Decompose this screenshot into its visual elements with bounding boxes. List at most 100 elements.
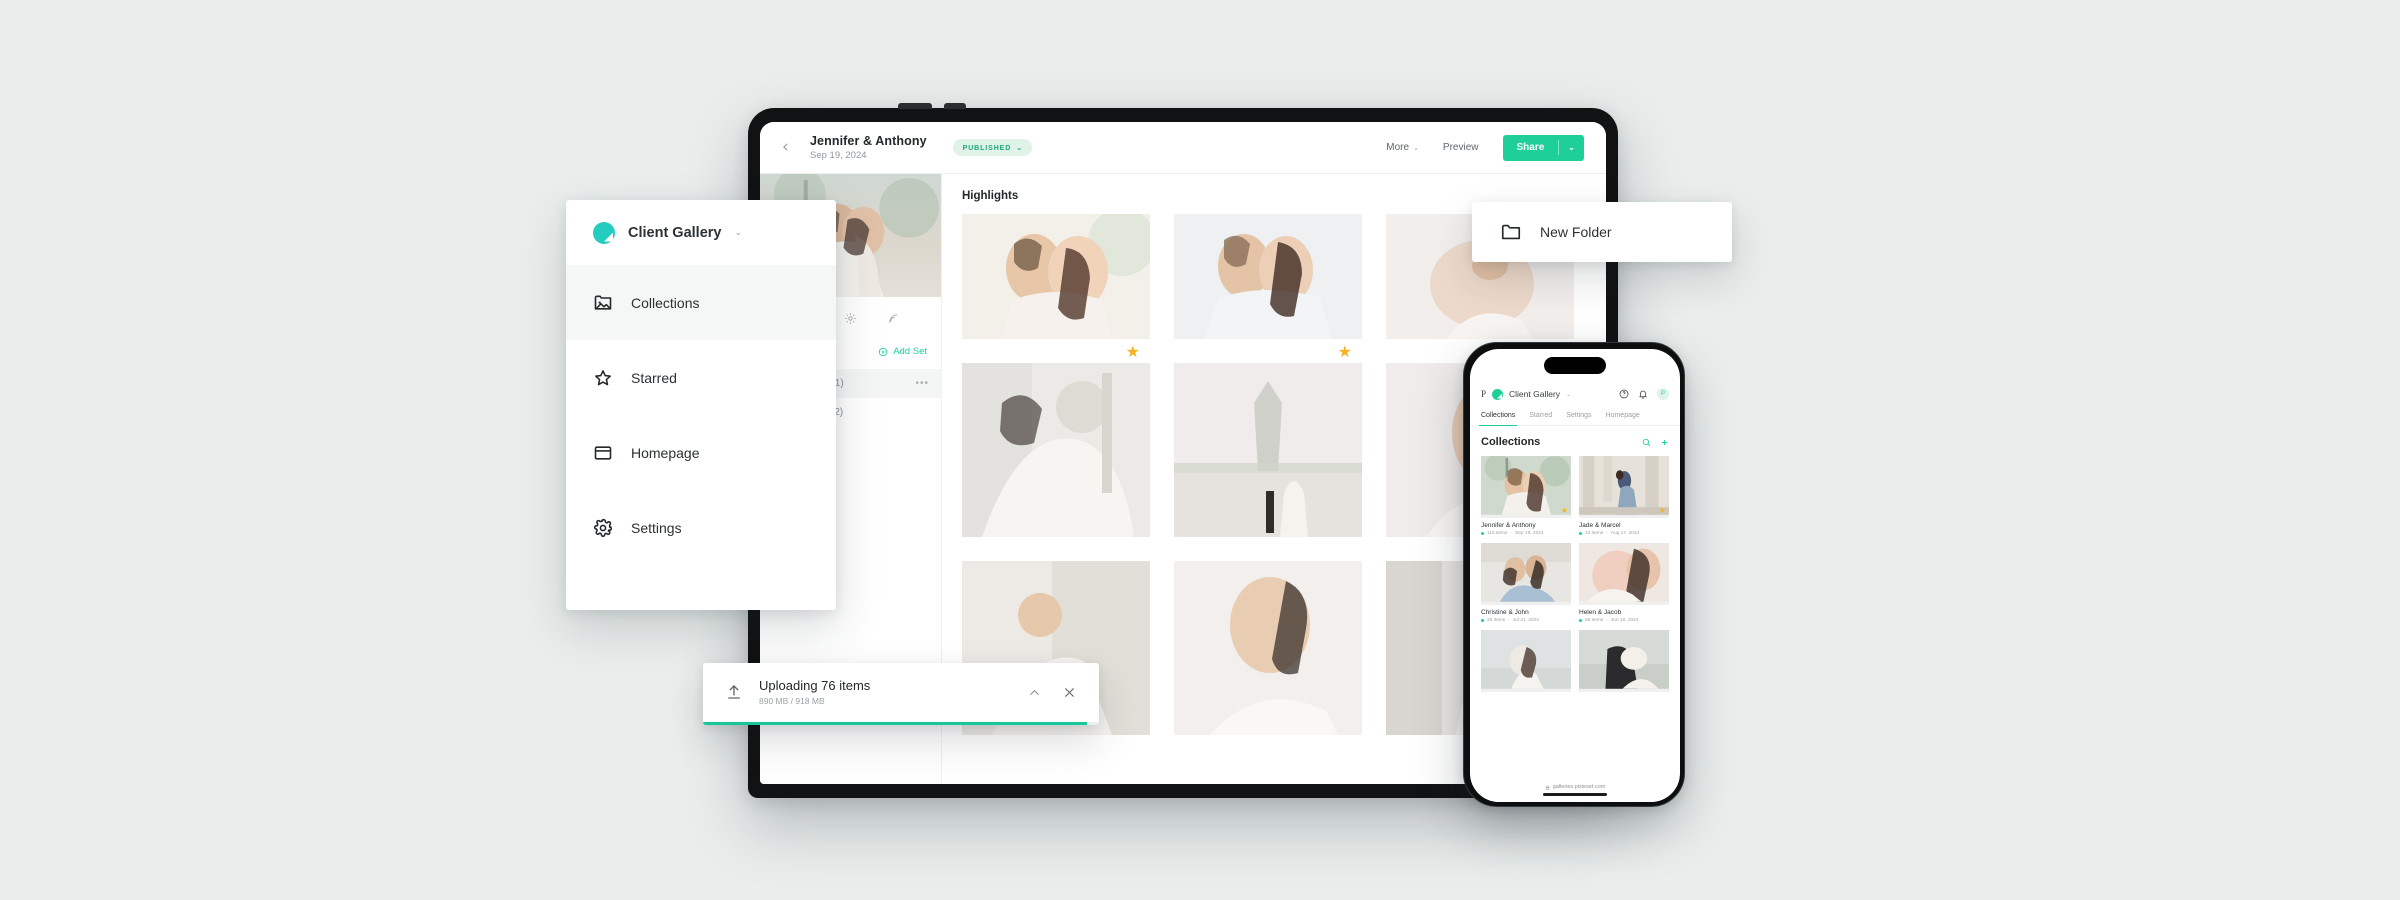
plus-circle-icon xyxy=(879,347,888,356)
collection-card[interactable]: Helen & Jacob 58 items · Jun 16, 2024 xyxy=(1579,543,1669,623)
sidebar-item-homepage[interactable]: Homepage xyxy=(566,415,836,490)
collection-card[interactable]: Christine & John 33 items · Jul 21, 2024 xyxy=(1481,543,1571,623)
phone-brand-label: Client Gallery xyxy=(1509,389,1561,399)
sidebar-item-label: Starred xyxy=(631,369,677,386)
search-icon[interactable] xyxy=(1642,438,1651,447)
chevron-down-icon[interactable]: ⌄ xyxy=(1559,143,1584,152)
photo-cell[interactable] xyxy=(1174,561,1362,735)
thumbnail-image xyxy=(1481,630,1571,689)
thumbnail-image xyxy=(1579,543,1669,602)
status-badge[interactable]: PUBLISHED ⌄ xyxy=(952,139,1032,156)
star-icon[interactable]: ★ xyxy=(1126,345,1140,361)
thumbnail-image xyxy=(1481,456,1571,515)
upload-text: Uploading 76 items 890 MB / 918 MB xyxy=(759,678,870,706)
collection-card[interactable] xyxy=(1579,630,1669,692)
sidebar-item-label: Collections xyxy=(631,294,700,311)
chevron-down-icon[interactable]: ⌄ xyxy=(734,227,742,238)
photo-cell[interactable]: ★ xyxy=(962,214,1150,361)
collection-thumbnail: ★ xyxy=(1481,456,1571,518)
upload-title: Uploading 76 items xyxy=(759,678,871,693)
collection-items: 58 items xyxy=(1585,618,1604,623)
collection-card[interactable]: ★ Jennifer & Anthony 115 items · Sep 19,… xyxy=(1481,456,1571,536)
upload-progress-card: Uploading 76 items 890 MB / 918 MB xyxy=(703,663,1099,725)
dynamic-island xyxy=(1544,357,1606,374)
collection-card[interactable]: ★ Jade & Marcel 23 items · Aug 17, 2024 xyxy=(1579,456,1669,536)
collection-card[interactable] xyxy=(1481,630,1571,692)
status-dot xyxy=(1579,619,1582,622)
home-indicator xyxy=(1543,793,1607,796)
collection-items: 23 items xyxy=(1585,531,1604,536)
collection-meta: 33 items · Jul 21, 2024 xyxy=(1481,618,1571,623)
client-gallery-nav-card: Client Gallery ⌄ Collections Starred Hom… xyxy=(566,200,836,610)
phone-header-actions xyxy=(1642,438,1669,447)
section-title: Highlights xyxy=(962,190,1019,202)
phone-app-bar-actions: P xyxy=(1619,388,1669,400)
status-dot xyxy=(1481,532,1484,535)
tab-starred[interactable]: Starred xyxy=(1529,407,1552,425)
browser-url-bar[interactable]: galleries.pixieset.com xyxy=(1470,778,1680,802)
phone-device: P Client Gallery ⌄ P Collections Starred… xyxy=(1463,342,1685,807)
collection-items: 115 items xyxy=(1487,531,1508,536)
more-label: More xyxy=(1386,142,1410,153)
collection-thumbnail: ★ xyxy=(1579,456,1669,518)
collection-thumbnail xyxy=(1481,630,1571,692)
sidebar-item-settings[interactable]: Settings xyxy=(566,490,836,565)
folder-icon xyxy=(1501,224,1521,240)
close-icon[interactable] xyxy=(1062,685,1077,700)
status-dot xyxy=(1481,619,1484,622)
tab-collections[interactable]: Collections xyxy=(1478,407,1518,426)
collection-thumbnail xyxy=(1579,630,1669,692)
preview-button[interactable]: Preview xyxy=(1443,142,1479,153)
star-icon[interactable]: ★ xyxy=(1659,507,1666,515)
chevron-left-icon[interactable]: ‹ xyxy=(782,139,798,156)
gear-icon[interactable] xyxy=(844,312,857,325)
pixieset-mark: P xyxy=(1481,389,1487,399)
avatar[interactable]: P xyxy=(1657,388,1669,400)
more-menu-button[interactable]: More ⌄ xyxy=(1386,142,1419,153)
broadcast-icon[interactable] xyxy=(887,312,900,325)
collection-name: Helen & Jacob xyxy=(1579,609,1622,616)
upload-actions xyxy=(1027,685,1077,700)
bell-icon[interactable] xyxy=(1638,389,1648,399)
star-icon[interactable]: ★ xyxy=(1338,345,1352,361)
photo-cell[interactable] xyxy=(1174,363,1362,537)
chevron-down-icon[interactable]: ⌄ xyxy=(1566,391,1571,398)
thumbnail-image xyxy=(1579,456,1669,515)
page-title: Collections xyxy=(1481,436,1541,448)
sidebar-item-starred[interactable]: Starred xyxy=(566,340,836,415)
nav-brand[interactable]: Client Gallery ⌄ xyxy=(566,200,836,265)
url-text: galleries.pixieset.com xyxy=(1552,784,1606,791)
upload-icon xyxy=(728,685,740,699)
star-icon[interactable]: ★ xyxy=(1561,507,1568,515)
collection-thumbnail xyxy=(1481,543,1571,605)
photo-image xyxy=(1174,561,1362,735)
upload-row: Uploading 76 items 890 MB / 918 MB xyxy=(703,663,1099,721)
tab-homepage[interactable]: Homepage xyxy=(1606,407,1640,425)
tablet-button-top-2 xyxy=(944,103,966,109)
photo-cell[interactable]: ★ xyxy=(1174,214,1362,361)
tablet-app-header: ‹ Jennifer & Anthony Sep 19, 2024 PUBLIS… xyxy=(760,122,1606,174)
photo-frame xyxy=(962,214,1150,339)
collection-date: Sep 19, 2024 xyxy=(810,150,867,161)
lock-icon xyxy=(1545,785,1549,790)
photo-image xyxy=(962,214,1150,339)
new-folder-card[interactable]: New Folder xyxy=(1472,202,1732,262)
chevron-up-icon[interactable] xyxy=(1027,685,1042,700)
status-dot xyxy=(1579,532,1582,535)
share-button[interactable]: Share ⌄ xyxy=(1502,134,1584,161)
photo-folder-icon xyxy=(594,295,612,310)
collection-date: Aug 17, 2024 xyxy=(1610,531,1640,536)
collection-titles: Jennifer & Anthony Sep 19, 2024 xyxy=(810,134,927,161)
photo-cell[interactable] xyxy=(962,363,1150,537)
add-set-label: Add Set xyxy=(893,346,927,357)
upload-progress-fill xyxy=(703,722,1088,725)
collection-name: Jade & Marcel xyxy=(1579,522,1621,529)
collection-meta: 115 items · Sep 19, 2024 xyxy=(1481,531,1571,536)
more-dots-icon[interactable]: ••• xyxy=(915,378,929,389)
plus-icon[interactable] xyxy=(1660,438,1669,447)
tab-settings[interactable]: Settings xyxy=(1566,407,1591,425)
sidebar-item-collections[interactable]: Collections xyxy=(566,265,836,340)
question-circle-icon[interactable] xyxy=(1619,389,1629,399)
window-icon xyxy=(594,445,612,460)
phone-screen: P Client Gallery ⌄ P Collections Starred… xyxy=(1470,349,1680,802)
